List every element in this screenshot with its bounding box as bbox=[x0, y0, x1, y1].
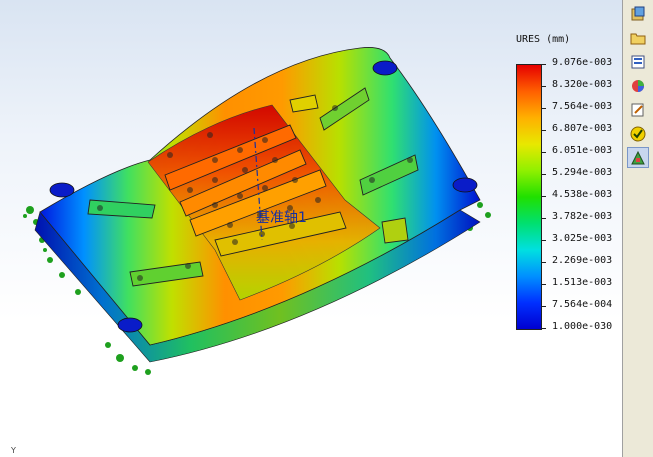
legend-label: 3.782e-003 bbox=[552, 211, 613, 222]
legend-tick bbox=[541, 130, 546, 131]
legend-tick bbox=[541, 262, 546, 263]
legend-tick bbox=[541, 174, 546, 175]
datum-axis-label: 基准轴1 bbox=[256, 210, 307, 226]
legend-tick bbox=[541, 108, 546, 109]
legend-label: 6.807e-003 bbox=[552, 123, 613, 134]
legend-tick bbox=[541, 86, 546, 87]
legend-label: 3.025e-003 bbox=[552, 233, 613, 244]
legend-tick bbox=[541, 64, 546, 65]
check-icon[interactable] bbox=[627, 123, 649, 144]
legend-label: 4.538e-003 bbox=[552, 189, 613, 200]
legend-tick bbox=[541, 152, 546, 153]
legend-tick bbox=[541, 196, 546, 197]
legend-label: 7.564e-004 bbox=[552, 299, 613, 310]
simulation-icon[interactable] bbox=[627, 147, 649, 168]
legend-tick bbox=[541, 306, 546, 307]
open-folder-icon[interactable] bbox=[627, 27, 649, 48]
properties-icon[interactable] bbox=[627, 99, 649, 120]
legend-title: URES (mm) bbox=[516, 34, 571, 45]
config-manager-icon[interactable] bbox=[627, 51, 649, 72]
legend-tick bbox=[541, 328, 546, 329]
triad-y-label: Y bbox=[11, 446, 16, 455]
legend-label: 7.564e-003 bbox=[552, 101, 613, 112]
legend-tick bbox=[541, 218, 546, 219]
legend-color-bar bbox=[516, 64, 542, 330]
legend-label: 2.269e-003 bbox=[552, 255, 613, 266]
part-icon[interactable] bbox=[627, 3, 649, 24]
legend-tick bbox=[541, 240, 546, 241]
legend-label: 8.320e-003 bbox=[552, 79, 613, 90]
legend-label: 5.294e-003 bbox=[552, 167, 613, 178]
legend-label: 6.051e-003 bbox=[552, 145, 613, 156]
legend-tick bbox=[541, 284, 546, 285]
legend-label: 1.513e-003 bbox=[552, 277, 613, 288]
appearance-icon[interactable] bbox=[627, 75, 649, 96]
legend-label: 1.000e-030 bbox=[552, 321, 613, 332]
legend-label: 9.076e-003 bbox=[552, 57, 613, 68]
task-pane-toolbar bbox=[622, 0, 653, 457]
